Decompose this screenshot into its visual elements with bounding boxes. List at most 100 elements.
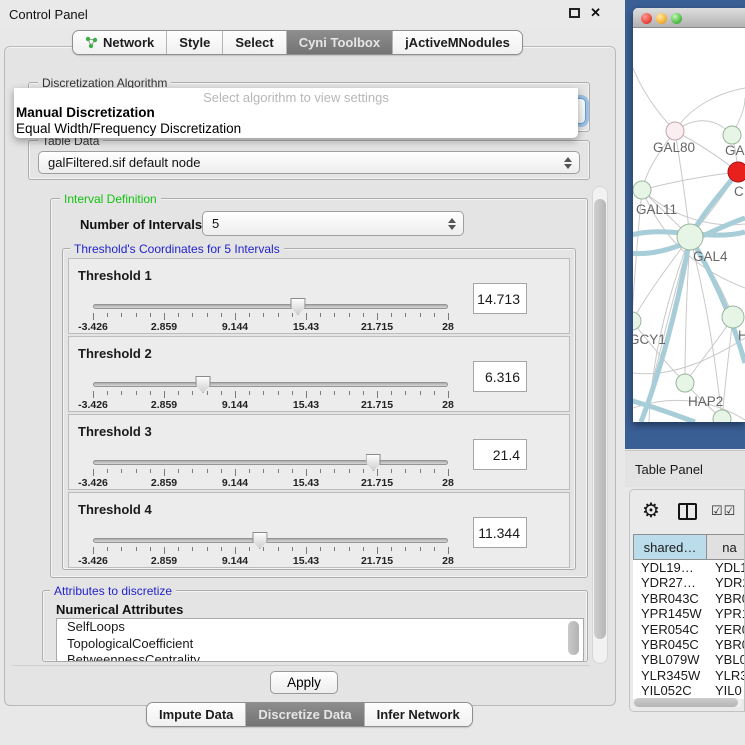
table-row[interactable]: YDL19…YDL1 bbox=[633, 560, 745, 575]
control-panel-titlebar: Control Panel ✕ bbox=[0, 0, 625, 28]
threshold-slider[interactable]: -3.4262.8599.14415.4321.71528 bbox=[93, 455, 448, 489]
divider bbox=[12, 665, 590, 666]
settings-scrollbar-thumb[interactable] bbox=[594, 199, 606, 639]
table-cell: YBR045C bbox=[633, 637, 707, 652]
tab-cyni-toolbox[interactable]: Cyni Toolbox bbox=[286, 31, 392, 54]
attribute-list-item[interactable]: TopologicalCoefficient bbox=[57, 636, 583, 653]
tab-discretize-data[interactable]: Discretize Data bbox=[245, 703, 363, 726]
column-layout-icon[interactable] bbox=[678, 503, 697, 520]
table-row[interactable]: YIL052CYIL0 bbox=[633, 683, 745, 698]
checkbox-icons[interactable]: ☑☑ bbox=[711, 503, 736, 519]
threshold-slider[interactable]: -3.4262.8599.14415.4321.71528 bbox=[93, 377, 448, 411]
table-row[interactable]: YBL079WYBL0 bbox=[633, 652, 745, 667]
slider-track[interactable] bbox=[93, 304, 448, 309]
tab-select[interactable]: Select bbox=[222, 31, 285, 54]
zoom-traffic-light-icon[interactable] bbox=[671, 13, 682, 24]
attribute-list-item[interactable]: BetweennessCentrality bbox=[57, 652, 583, 662]
column-header[interactable]: shared… bbox=[633, 534, 707, 560]
network-node[interactable] bbox=[677, 224, 703, 250]
float-window-icon[interactable] bbox=[569, 8, 580, 18]
table-panel-body: ⚙ ☑☑ shared…na YDL19…YDL1YDR27…YDR2YBR04… bbox=[629, 489, 745, 712]
algorithm-dropdown-popup: Select algorithm to view settings Manual… bbox=[14, 88, 578, 138]
attribute-list-item[interactable]: SelfLoops bbox=[57, 619, 583, 636]
tab-network[interactable]: Network bbox=[73, 31, 166, 54]
slider-track[interactable] bbox=[93, 460, 448, 465]
threshold-label: Threshold 3 bbox=[78, 424, 152, 439]
tab-label: jActiveMNodules bbox=[405, 35, 510, 50]
network-node[interactable] bbox=[666, 122, 684, 140]
table-cell: YDR27… bbox=[633, 575, 707, 590]
table-hscrollbar[interactable] bbox=[634, 698, 742, 707]
num-intervals-value: 5 bbox=[212, 216, 219, 231]
list-scrollbar-thumb[interactable] bbox=[568, 621, 579, 655]
tab-label: Impute Data bbox=[159, 707, 233, 722]
table-cell: YBR0 bbox=[707, 637, 745, 652]
table-row[interactable]: YER054CYER0 bbox=[633, 622, 745, 637]
dropdown-option[interactable]: Manual Discretization bbox=[14, 105, 578, 121]
network-view-window[interactable]: GAL80GACGAL11GAL4GCY1HHAP2 bbox=[633, 8, 745, 422]
close-traffic-light-icon[interactable] bbox=[641, 13, 652, 24]
combo-arrows-icon bbox=[448, 218, 456, 230]
threshold-label: Threshold 2 bbox=[78, 346, 152, 361]
scale-tick-label: 21.715 bbox=[361, 399, 393, 411]
threshold-value-field[interactable]: 14.713 bbox=[473, 283, 527, 314]
scale-tick-label: 15.43 bbox=[293, 477, 319, 489]
threshold-panel: Threshold 4-3.4262.8599.14415.4321.71528… bbox=[68, 492, 570, 568]
network-graph[interactable]: GAL80GACGAL11GAL4GCY1HHAP2 bbox=[633, 28, 745, 422]
network-node-label: HAP2 bbox=[688, 394, 723, 409]
scale-tick-label: 9.144 bbox=[222, 477, 248, 489]
threshold-slider[interactable]: -3.4262.8599.14415.4321.71528 bbox=[93, 533, 448, 567]
table-row[interactable]: YPR145WYPR1 bbox=[633, 606, 745, 621]
table-row[interactable]: YDR27…YDR2 bbox=[633, 575, 745, 590]
scale-tick-label: 21.715 bbox=[361, 321, 393, 333]
slider-track[interactable] bbox=[93, 382, 448, 387]
tab-impute-data[interactable]: Impute Data bbox=[147, 703, 245, 726]
network-node[interactable] bbox=[722, 306, 744, 328]
slider-track[interactable] bbox=[93, 538, 448, 543]
network-node[interactable] bbox=[728, 162, 745, 182]
column-header[interactable]: na bbox=[707, 534, 745, 560]
table-cell: YPR145W bbox=[633, 606, 707, 621]
threshold-value-field[interactable]: 11.344 bbox=[473, 517, 527, 548]
network-node[interactable] bbox=[713, 410, 731, 422]
scale-tick-label: -3.426 bbox=[78, 555, 108, 567]
network-node[interactable] bbox=[633, 181, 651, 199]
gear-icon[interactable]: ⚙ bbox=[642, 501, 660, 521]
num-intervals-combobox[interactable]: 5 bbox=[202, 211, 464, 236]
table-data-combobox[interactable]: galFiltered.sif default node bbox=[38, 151, 580, 174]
scale-tick-label: 28 bbox=[442, 321, 454, 333]
table-panel-title: Table Panel bbox=[635, 462, 703, 477]
tab-jactivemnodules[interactable]: jActiveMNodules bbox=[392, 31, 522, 54]
minimize-traffic-light-icon[interactable] bbox=[656, 13, 667, 24]
close-icon[interactable]: ✕ bbox=[590, 7, 601, 19]
panel-title: Control Panel bbox=[9, 7, 88, 22]
tab-style[interactable]: Style bbox=[166, 31, 222, 54]
scale-tick-label: 28 bbox=[442, 399, 454, 411]
table-row[interactable]: YLR345WYLR3 bbox=[633, 668, 745, 683]
table-row[interactable]: YBR045CYBR0 bbox=[633, 637, 745, 652]
threshold-value-field[interactable]: 6.316 bbox=[473, 361, 527, 392]
scale-tick-label: 9.144 bbox=[222, 399, 248, 411]
threshold-value-field[interactable]: 21.4 bbox=[473, 439, 527, 470]
apply-button[interactable]: Apply bbox=[270, 671, 338, 694]
network-edge bbox=[633, 68, 675, 131]
threshold-slider[interactable]: -3.4262.8599.14415.4321.71528 bbox=[93, 299, 448, 333]
network-node[interactable] bbox=[676, 374, 694, 392]
network-icon bbox=[85, 36, 98, 49]
network-node[interactable] bbox=[723, 126, 741, 144]
settings-scrollbar[interactable] bbox=[592, 186, 608, 664]
table-panel-header: Table Panel bbox=[625, 450, 745, 487]
scale-tick-label: 2.859 bbox=[151, 477, 177, 489]
table-cell: YER0 bbox=[707, 622, 745, 637]
scale-tick-label: 21.715 bbox=[361, 477, 393, 489]
tab-infer-network[interactable]: Infer Network bbox=[364, 703, 472, 726]
scale-tick-label: 9.144 bbox=[222, 555, 248, 567]
table-row[interactable]: YBR043CYBR0 bbox=[633, 591, 745, 606]
threshold-panel: Threshold 3-3.4262.8599.14415.4321.71528… bbox=[68, 414, 570, 490]
interval-group-title: Interval Definition bbox=[60, 192, 161, 206]
network-node-label: GCY1 bbox=[633, 332, 666, 347]
network-node[interactable] bbox=[633, 312, 641, 330]
dropdown-option[interactable]: Equal Width/Frequency Discretization bbox=[14, 121, 578, 137]
table-hscrollbar-thumb[interactable] bbox=[634, 698, 738, 707]
attributes-list[interactable]: SelfLoopsTopologicalCoefficientBetweenne… bbox=[56, 618, 584, 662]
